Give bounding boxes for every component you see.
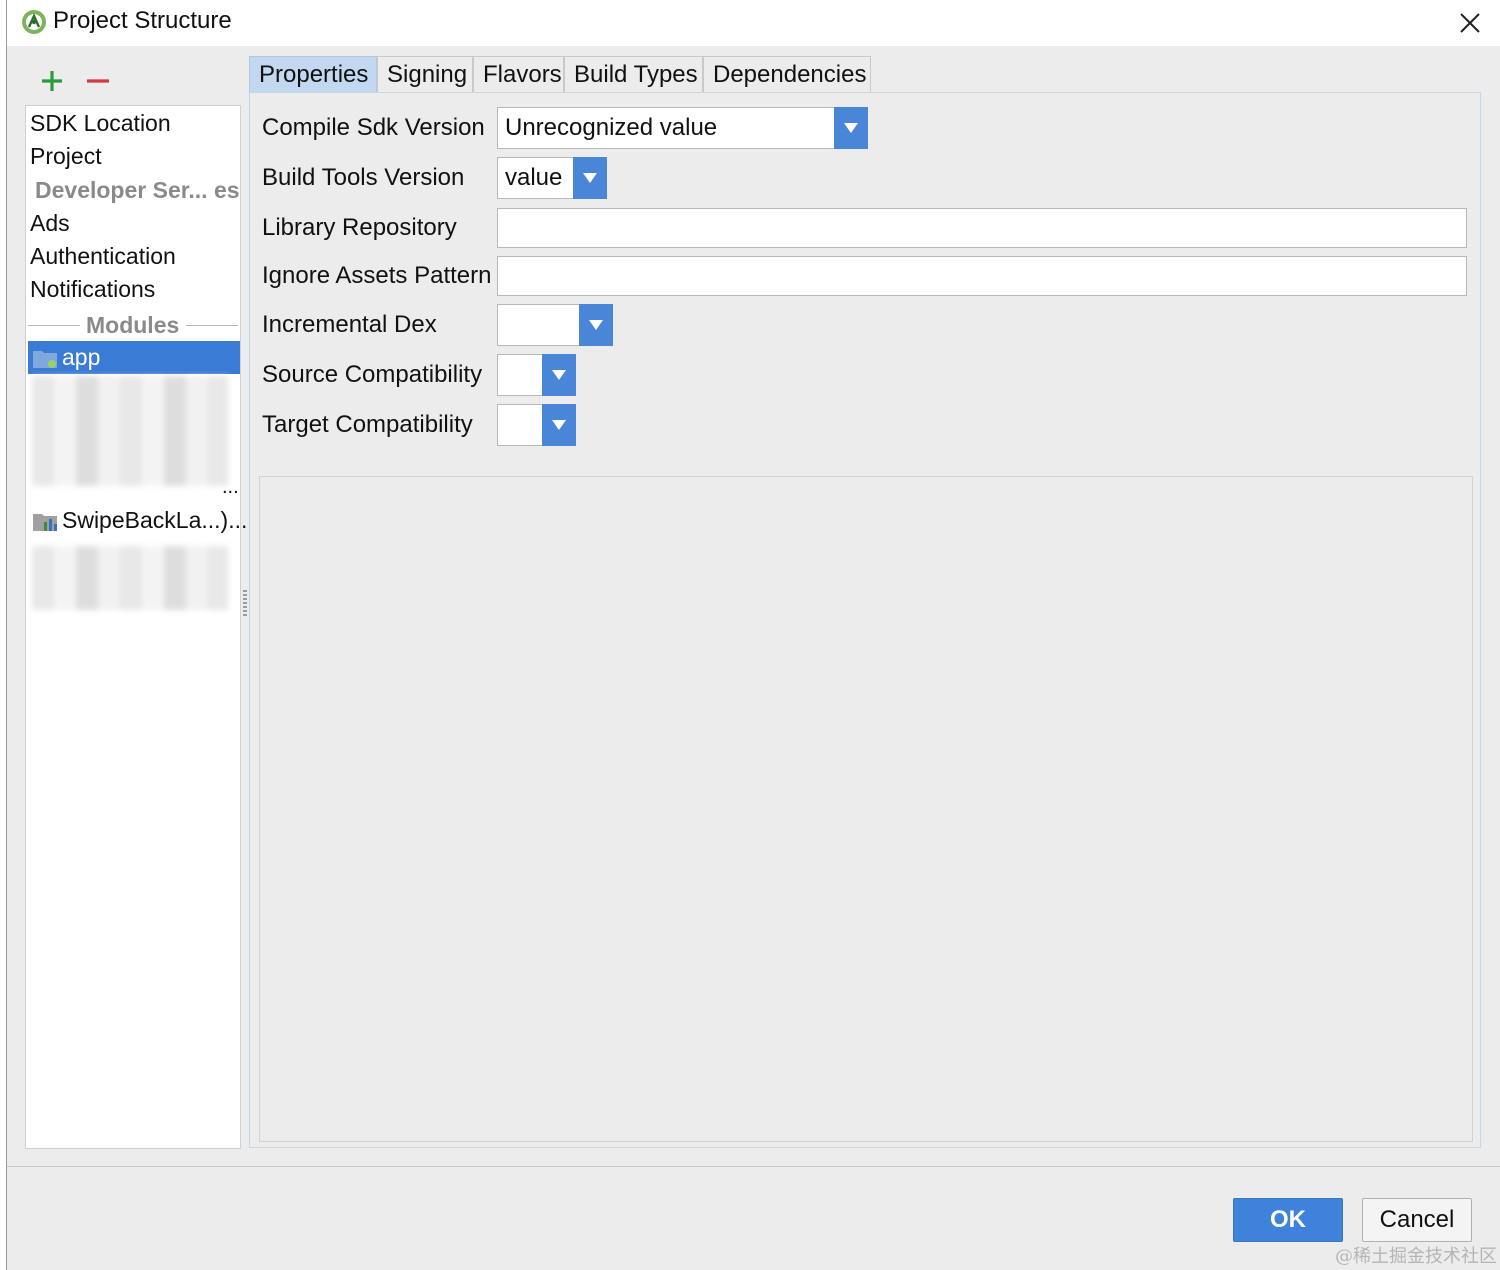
- chevron-down-icon: [844, 123, 858, 133]
- sidebar-item-project[interactable]: Project: [26, 140, 240, 173]
- modules-header: Modules: [86, 312, 180, 338]
- cancel-button[interactable]: Cancel: [1362, 1198, 1472, 1242]
- android-studio-logo-icon: [22, 10, 46, 34]
- library-repository-field[interactable]: [497, 208, 1467, 248]
- chevron-down-icon: [552, 370, 566, 380]
- blurred-module-list: [32, 546, 228, 610]
- module-label: SwipeBackLa...)...: [62, 507, 248, 533]
- chevron-down-icon: [552, 420, 566, 430]
- chevron-down-icon: [589, 320, 603, 330]
- dropdown-button[interactable]: [834, 107, 868, 149]
- module-folder-icon: [33, 351, 57, 368]
- incremental-dex-label: Incremental Dex: [262, 311, 437, 338]
- dropdown-button[interactable]: [542, 354, 576, 396]
- separator-line: [28, 325, 80, 326]
- blurred-module-list: [32, 376, 228, 486]
- watermark: @稀土掘金技术社区: [1335, 1246, 1497, 1267]
- modules-separator: Modules: [26, 309, 240, 342]
- minus-icon: [87, 79, 109, 83]
- target-compat-combo[interactable]: [497, 404, 576, 446]
- plus-icon: [42, 71, 62, 91]
- ignore-assets-field[interactable]: [497, 256, 1467, 296]
- window-title: Project Structure: [53, 7, 232, 34]
- build-tools-label: Build Tools Version: [262, 164, 465, 191]
- build-tools-combo[interactable]: value: [497, 157, 607, 199]
- developer-services-header: Developer Ser... es: [35, 177, 240, 203]
- library-repository-label: Library Repository: [262, 214, 457, 241]
- tab-build-types[interactable]: Build Types: [564, 56, 703, 92]
- library-module-icon: [33, 514, 57, 531]
- sidebar-item-notifications[interactable]: Notifications: [26, 273, 240, 306]
- sidebar-item-ads[interactable]: Ads: [26, 207, 240, 240]
- remove-button[interactable]: [83, 64, 113, 98]
- add-button[interactable]: [37, 64, 67, 98]
- tab-properties[interactable]: Properties: [249, 56, 377, 92]
- chevron-down-icon: [583, 173, 597, 183]
- close-button[interactable]: [1453, 6, 1487, 40]
- dropdown-button[interactable]: [542, 404, 576, 446]
- module-item-swipebacklayout[interactable]: SwipeBackLa...)...: [28, 504, 247, 537]
- tab-signing[interactable]: Signing: [377, 56, 473, 92]
- footer-divider: [7, 1166, 1500, 1167]
- tab-dependencies[interactable]: Dependencies: [703, 56, 871, 92]
- source-compat-combo[interactable]: [497, 354, 576, 396]
- tab-flavors[interactable]: Flavors: [473, 56, 564, 92]
- sidebar-item-authentication[interactable]: Authentication: [26, 240, 240, 273]
- incremental-dex-combo[interactable]: [497, 304, 613, 346]
- source-compat-label: Source Compatibility: [262, 361, 483, 388]
- separator-line: [186, 325, 238, 326]
- compile-sdk-combo[interactable]: Unrecognized value: [497, 107, 868, 149]
- compile-sdk-value: Unrecognized value: [505, 114, 718, 141]
- sidebar-item-sdk-location[interactable]: SDK Location: [26, 107, 240, 140]
- splitter-handle[interactable]: [243, 590, 247, 616]
- details-panel: [259, 476, 1473, 1142]
- close-icon: [1460, 13, 1480, 33]
- ok-button[interactable]: OK: [1233, 1198, 1343, 1242]
- target-compat-label: Target Compatibility: [262, 411, 473, 438]
- sidebar: SDK Location Project Developer Ser... es…: [25, 105, 247, 1149]
- truncated-item: ...: [222, 476, 239, 498]
- compile-sdk-label: Compile Sdk Version: [262, 114, 485, 141]
- module-item-app[interactable]: app: [28, 341, 240, 374]
- project-structure-dialog: Project Structure SDK Location Project D…: [6, 0, 1500, 1270]
- dropdown-button[interactable]: [573, 157, 607, 199]
- dropdown-button[interactable]: [579, 304, 613, 346]
- ignore-assets-label: Ignore Assets Pattern: [262, 262, 492, 289]
- build-tools-value: value: [505, 164, 563, 191]
- module-label: app: [62, 344, 101, 370]
- title-bar: Project Structure: [7, 0, 1500, 46]
